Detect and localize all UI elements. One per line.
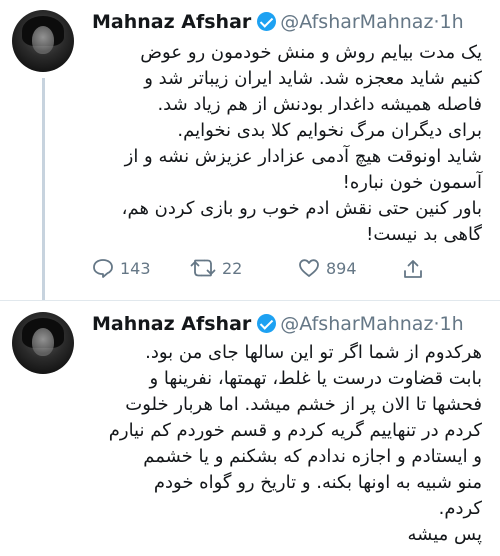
retweet-count: 22 bbox=[222, 258, 243, 278]
reply-icon bbox=[93, 259, 113, 278]
tweet-line: یک مدت بیایم روش و منش خودمون رو عوض bbox=[140, 42, 482, 63]
avatar[interactable] bbox=[12, 10, 74, 72]
tweet-line: کنیم شاید معجزه شد. شاید ایران زیباتر شد… bbox=[144, 68, 482, 89]
tweet-text: هرکدوم از شما اگر تو این سالها جای من بو… bbox=[92, 340, 482, 548]
tweet-line: گاهی بد نیست! bbox=[366, 224, 482, 245]
retweet-icon bbox=[190, 259, 216, 277]
tweet-line: فاصله همیشه داغدار بودنش از هم زیاد شد. bbox=[157, 94, 482, 115]
tweet-actions: 143 22 894 bbox=[92, 258, 492, 284]
verified-badge-icon bbox=[257, 314, 277, 333]
tweet-line: باور کنین حتی نقش ادم خوب رو بازی کردن ه… bbox=[121, 198, 482, 219]
share-button[interactable] bbox=[402, 258, 430, 280]
avatar-face bbox=[32, 26, 54, 54]
tweet-line: برای دیگران مرگ نخوایم کلا بدی نخوایم. bbox=[177, 120, 482, 141]
tweet-text: یک مدت بیایم روش و منش خودمون رو عوض کنی… bbox=[92, 40, 482, 248]
tweet-line: منو شبیه به اونها بکنه. و تاریخ رو گواه … bbox=[153, 472, 482, 493]
user-handle[interactable]: @AfsharMahnaz bbox=[280, 11, 433, 33]
avatar[interactable] bbox=[12, 312, 74, 374]
tweet-line: پس میشه bbox=[407, 524, 482, 545]
thread-line bbox=[42, 78, 45, 300]
like-icon bbox=[299, 259, 319, 277]
tweet-line: هرکدوم از شما اگر تو این سالها جای من بو… bbox=[145, 342, 482, 363]
retweet-button[interactable]: 22 bbox=[190, 258, 242, 278]
timestamp[interactable]: 1h bbox=[439, 11, 463, 33]
share-icon bbox=[404, 260, 422, 278]
timestamp[interactable]: 1h bbox=[439, 313, 463, 335]
tweet-line: کردم. bbox=[438, 498, 482, 519]
tweet-line: شاید اونوقت هیچ آدمی عزادار عزیزش نشه و … bbox=[124, 146, 482, 167]
tweet-header: Mahnaz Afshar @AfsharMahnaz·1h bbox=[92, 10, 464, 34]
like-button[interactable]: 894 bbox=[298, 258, 357, 278]
display-name[interactable]: Mahnaz Afshar bbox=[92, 313, 251, 335]
display-name[interactable]: Mahnaz Afshar bbox=[92, 11, 251, 33]
reply-button[interactable]: 143 bbox=[92, 258, 151, 278]
tweet-line: بابت قضاوت درست یا غلط، تهمتها، نفرینها … bbox=[149, 368, 483, 389]
like-count: 894 bbox=[326, 258, 357, 278]
tweet-1[interactable]: Mahnaz Afshar @AfsharMahnaz·1h یک مدت بیا… bbox=[0, 0, 500, 300]
tweet-header: Mahnaz Afshar @AfsharMahnaz·1h bbox=[92, 312, 464, 336]
user-handle[interactable]: @AfsharMahnaz bbox=[280, 313, 433, 335]
tweet-2[interactable]: Mahnaz Afshar @AfsharMahnaz·1h هرکدوم از … bbox=[0, 300, 500, 556]
verified-badge-icon bbox=[257, 12, 277, 31]
avatar-face bbox=[32, 328, 54, 356]
tweet-line: و ایستادم و اجازه ندادم که بشکنم و یا خش… bbox=[143, 446, 482, 467]
reply-count: 143 bbox=[120, 258, 151, 278]
tweet-line: فحشها تا الان پر از خشم میشد. اما هربار … bbox=[125, 394, 482, 415]
tweet-line: آسمون خون نباره! bbox=[342, 172, 482, 193]
tweet-line: کردم در تنهاییم گریه کردم و قسم خوردم کم… bbox=[108, 420, 482, 441]
